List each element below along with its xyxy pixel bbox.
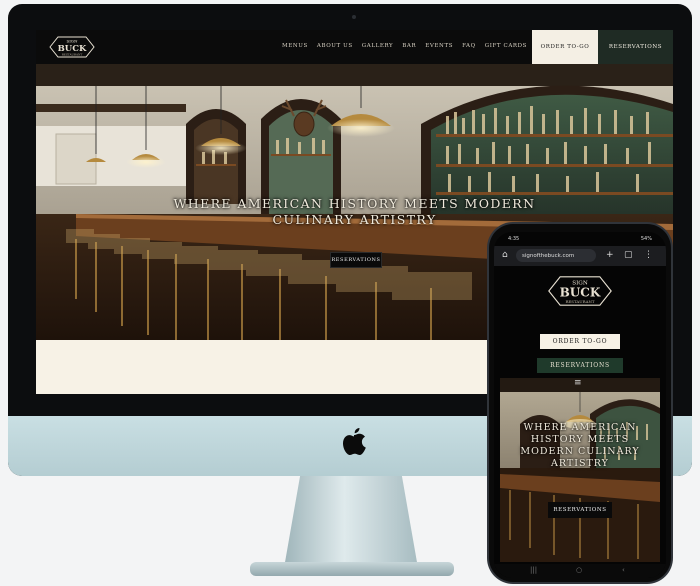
tabs-icon[interactable]: ▢ [624,251,633,260]
mobile-hero-line-1: WHERE AMERICAN [523,422,637,433]
back-icon[interactable]: ‹ [622,566,625,574]
mobile-logo[interactable]: SIGN BUCK RESTAURANT [546,272,614,314]
mobile-hero-line-2: HISTORY MEETS [530,434,630,445]
apple-logo-icon [339,426,369,464]
new-tab-icon[interactable]: + [606,251,614,260]
mobile-bar-image [500,378,660,562]
status-bar: 4:35 54% [494,232,666,246]
nav-events[interactable]: EVENTS [425,43,453,49]
svg-text:RESTAURANT: RESTAURANT [62,53,83,57]
imac-stand [284,476,418,568]
mobile-reservations-button[interactable]: RESERVATIONS [537,358,623,373]
home-icon[interactable]: ⌂ [502,251,508,260]
webcam [352,15,356,19]
mobile-website: 4:35 54% ⌂ signofthebuck.com + ▢ ⋮ SIGN … [494,232,666,578]
url-bar[interactable]: signofthebuck.com [516,249,596,262]
nav-bar[interactable]: BAR [402,43,416,49]
nav-about-us[interactable]: ABOUT US [317,43,353,49]
imac-stand-base [250,562,454,576]
status-time: 4:35 [508,236,520,242]
site-header: SIGN BUCK RESTAURANT MENUS ABOUT US GALL… [36,30,673,64]
nav-gallery[interactable]: GALLERY [362,43,394,49]
status-battery: 54% [640,236,652,242]
browser-toolbar: ⌂ signofthebuck.com + ▢ ⋮ [494,246,666,266]
mobile-hero-line-3: MODERN CULINARY [520,446,640,457]
svg-text:RESTAURANT: RESTAURANT [565,299,594,304]
mobile-hero-reservations-button[interactable]: RESERVATIONS [548,502,612,518]
nav-gift-cards[interactable]: GIFT CARDS [485,43,527,49]
mobile-hero-title: WHERE AMERICAN HISTORY MEETS MODERN CULI… [500,422,660,470]
mobile-order-to-go-button[interactable]: ORDER TO-GO [540,334,620,349]
recents-icon[interactable]: ||| [530,566,537,574]
mobile-hero-line-4: ARTISTRY [551,458,609,469]
hero-reservations-button[interactable]: RESERVATIONS [330,252,382,268]
mobile-hero-photo: WHERE AMERICAN HISTORY MEETS MODERN CULI… [500,378,660,562]
hero-title-line-1: WHERE AMERICAN HISTORY MEETS MODERN [173,196,536,211]
order-to-go-button[interactable]: ORDER TO-GO [532,30,598,64]
android-nav-bar: ||| ○ ‹ [494,564,666,578]
svg-text:SIGN: SIGN [66,39,78,44]
nav-faq[interactable]: FAQ [462,43,476,49]
hamburger-menu-icon[interactable]: ≡ [574,378,582,388]
more-menu-icon[interactable]: ⋮ [644,251,653,260]
nav-menus[interactable]: MENUS [282,43,308,49]
reservations-button[interactable]: RESERVATIONS [598,30,673,64]
sign-of-the-buck-logo[interactable]: SIGN BUCK RESTAURANT [48,34,96,64]
svg-text:BUCK: BUCK [560,286,601,300]
main-nav: MENUS ABOUT US GALLERY BAR EVENTS FAQ GI… [282,43,527,49]
home-button-icon[interactable]: ○ [576,566,582,574]
